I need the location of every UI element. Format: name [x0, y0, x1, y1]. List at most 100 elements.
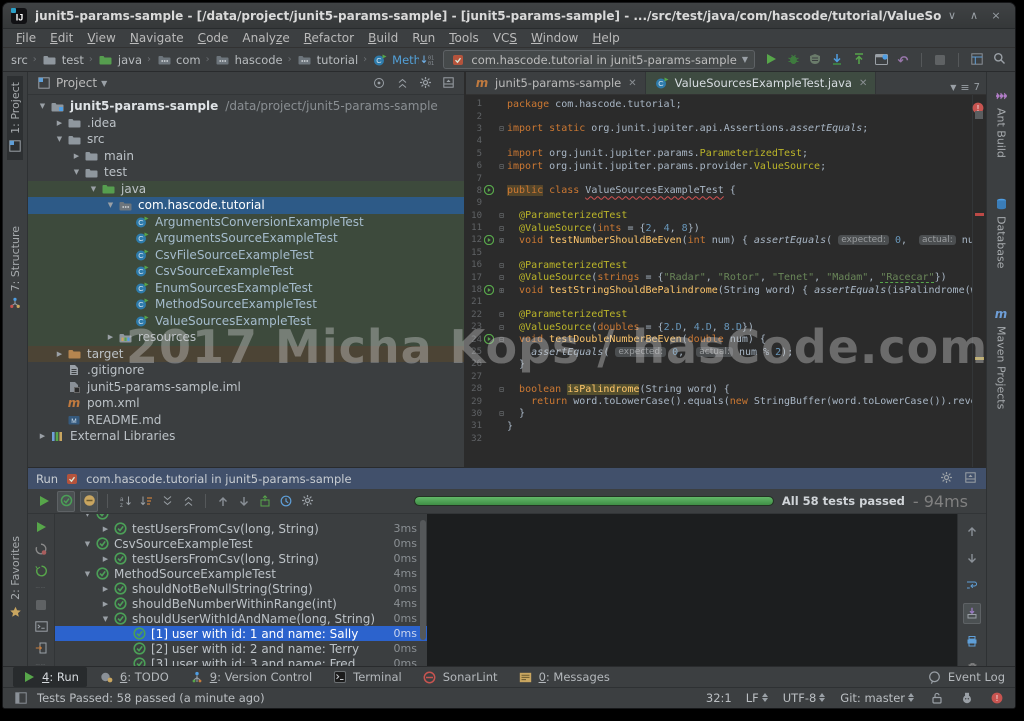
code-line[interactable]: 6⊟import org.junit.jupiter.params.provid… [466, 160, 972, 172]
git-branch-widget[interactable]: Git: master [840, 691, 915, 705]
fold-marker[interactable]: ⊟ [496, 323, 507, 332]
tree-expander[interactable]: ▼ [70, 168, 83, 176]
run-tree-scrollbar[interactable] [420, 520, 426, 640]
tree-item[interactable]: CArgumentsSourceExampleTest [28, 230, 464, 247]
code-line[interactable]: 29 return word.toLowerCase().equals(new … [466, 395, 972, 407]
toolwindow-tab-sonarlint[interactable]: SonarLint [414, 667, 506, 687]
minimize-button[interactable]: ∨ [941, 9, 963, 22]
tree-item[interactable]: CMethodSourceExampleTest [28, 296, 464, 313]
breadcrumb-item[interactable]: com [156, 52, 201, 68]
tree-expander[interactable]: ▶ [99, 585, 112, 593]
export-button[interactable] [257, 492, 273, 511]
event-log-button[interactable]: Event Log [927, 669, 1005, 685]
fold-marker[interactable]: ⊟ [496, 261, 507, 270]
rollback-button[interactable]: ↶ [895, 50, 911, 70]
test-result-row[interactable]: ▶shouldNotBeNullString(String)0ms [55, 581, 427, 596]
code-line[interactable]: 8public class ValueSourcesExampleTest { [466, 185, 972, 197]
tree-item[interactable]: ▼com.hascode.tutorial [28, 197, 464, 214]
line-separator-widget[interactable]: LF [746, 691, 769, 705]
toolwindow-tab-9-version-control[interactable]: 9: Version Control [181, 667, 320, 687]
collapse-all-button[interactable] [180, 492, 196, 511]
stop-button[interactable] [33, 595, 49, 614]
code-line[interactable]: 10⊟ @ParameterizedTest [466, 210, 972, 222]
test-result-row[interactable]: ▶testUsersFromCsv(long, String)0ms [55, 551, 427, 566]
menu-edit[interactable]: Edit [43, 31, 80, 45]
tool-strip-tab-1-project[interactable]: 1: Project [7, 76, 23, 160]
tab-close-icon[interactable]: ✕ [628, 78, 636, 89]
scroll-end-button[interactable] [963, 603, 981, 624]
tree-expander[interactable]: ▶ [99, 555, 112, 563]
play-button[interactable] [36, 492, 52, 511]
toolwindows-button[interactable] [969, 50, 985, 69]
lock-icon[interactable] [929, 690, 945, 706]
test-result-row[interactable]: ▼shouldUserWithIdAndName(long, String)0m… [55, 611, 427, 626]
fold-marker[interactable]: ⊞ [496, 236, 507, 245]
code-line[interactable]: 25 assertEquals( expected: 0, actual: nu… [466, 346, 972, 358]
toolwindow-tab-6-todo[interactable]: 6: TODO [91, 667, 177, 687]
gear-button[interactable] [417, 74, 433, 92]
tree-item[interactable]: CValueSourcesExampleTest [28, 313, 464, 330]
code-line[interactable]: 23⊟ @ValueSource(doubles = {2.D, 4.D, 8.… [466, 321, 972, 333]
play-button[interactable] [33, 518, 49, 537]
code-line[interactable]: 22⊟ @ParameterizedTest [466, 309, 972, 321]
tree-expander[interactable]: ▼ [104, 201, 117, 209]
encoding-widget[interactable]: UTF-8 [783, 691, 827, 705]
project-panel-header[interactable]: Project ▼ [28, 72, 464, 95]
test-result-row[interactable]: ▶shouldBeNumberWithinRange(int)4ms [55, 596, 427, 611]
console-icon-button[interactable] [33, 617, 49, 636]
tree-expander[interactable]: ▶ [104, 333, 117, 341]
exit-button[interactable] [33, 639, 49, 658]
auto-test-button[interactable] [33, 562, 49, 581]
code-line[interactable]: 24⊟ void testDoubleNumberBeEven(double n… [466, 333, 972, 345]
tree-item[interactable]: ▼java [28, 181, 464, 198]
tree-item[interactable]: ▶main [28, 148, 464, 165]
code-line[interactable]: 9 [466, 197, 972, 209]
error-dot-icon[interactable]: ! [989, 690, 1005, 706]
fold-marker[interactable]: ⊟ [496, 335, 507, 344]
search-button[interactable] [991, 50, 1007, 69]
run-gutter-icon[interactable] [482, 185, 496, 196]
tree-item[interactable]: ▼junit5-params-sample/data/project/junit… [28, 98, 464, 115]
fold-marker[interactable]: ⊟ [496, 273, 507, 282]
rerun-failed-button[interactable] [33, 540, 49, 559]
warning-mark[interactable] [975, 357, 984, 360]
breadcrumb-item[interactable]: tutorial [297, 52, 359, 68]
menu-view[interactable]: View [80, 31, 122, 45]
fold-marker[interactable]: ⊟ [496, 124, 507, 133]
gear-button[interactable] [938, 470, 954, 488]
run-console-output[interactable] [427, 514, 957, 666]
tree-expander[interactable]: ▶ [99, 525, 112, 533]
code-line[interactable]: 4 [466, 135, 972, 147]
arrow-up-button[interactable] [964, 522, 980, 541]
tree-expander[interactable]: ▼ [81, 540, 94, 548]
tree-item[interactable]: ▶External Libraries [28, 428, 464, 445]
test-result-row[interactable]: [1] user with id: 1 and name: Sally0ms [55, 626, 427, 641]
menu-code[interactable]: Code [191, 31, 236, 45]
toggle-ignore-button[interactable] [80, 491, 98, 512]
breadcrumb-item[interactable]: test [42, 52, 84, 68]
run-gutter-icon[interactable] [482, 334, 496, 345]
tree-item[interactable]: CCsvFileSourceExampleTest [28, 247, 464, 264]
vcs-commit-button[interactable] [851, 50, 867, 69]
code-line[interactable]: 28⊟ boolean isPalindrome(String word) { [466, 383, 972, 395]
code-line[interactable]: 3⊟import static org.junit.jupiter.api.As… [466, 123, 972, 135]
code-line[interactable]: 26 } [466, 358, 972, 370]
code-line[interactable]: 7 [466, 172, 972, 184]
title-bar[interactable]: IJ junit5-params-sample - [/data/project… [3, 3, 1015, 29]
vcs-update-button[interactable] [829, 50, 845, 69]
tree-expander[interactable]: ▶ [70, 152, 83, 160]
test-result-row[interactable]: [3] user with id: 3 and name: Fred0ms [55, 656, 427, 666]
tree-item[interactable]: junit5-params-sample.iml [28, 379, 464, 396]
history-button[interactable] [278, 492, 294, 511]
toolwindow-tab-terminal[interactable]: Terminal [324, 667, 410, 687]
arrow-up-button[interactable] [215, 492, 231, 511]
tree-item[interactable]: mpom.xml [28, 395, 464, 412]
arrow-down-button[interactable] [964, 549, 980, 568]
fold-marker[interactable]: ⊟ [496, 162, 507, 171]
fold-marker[interactable]: ⊟ [496, 211, 507, 220]
tree-item[interactable]: CEnumSourcesExampleTest [28, 280, 464, 297]
tree-item[interactable]: ▶.idea [28, 115, 464, 132]
run-configuration-select[interactable]: com.hascode.tutorial in junit5-params-sa… [443, 50, 755, 69]
breadcrumb-item[interactable]: java [98, 52, 142, 68]
dock-button[interactable] [440, 75, 456, 92]
